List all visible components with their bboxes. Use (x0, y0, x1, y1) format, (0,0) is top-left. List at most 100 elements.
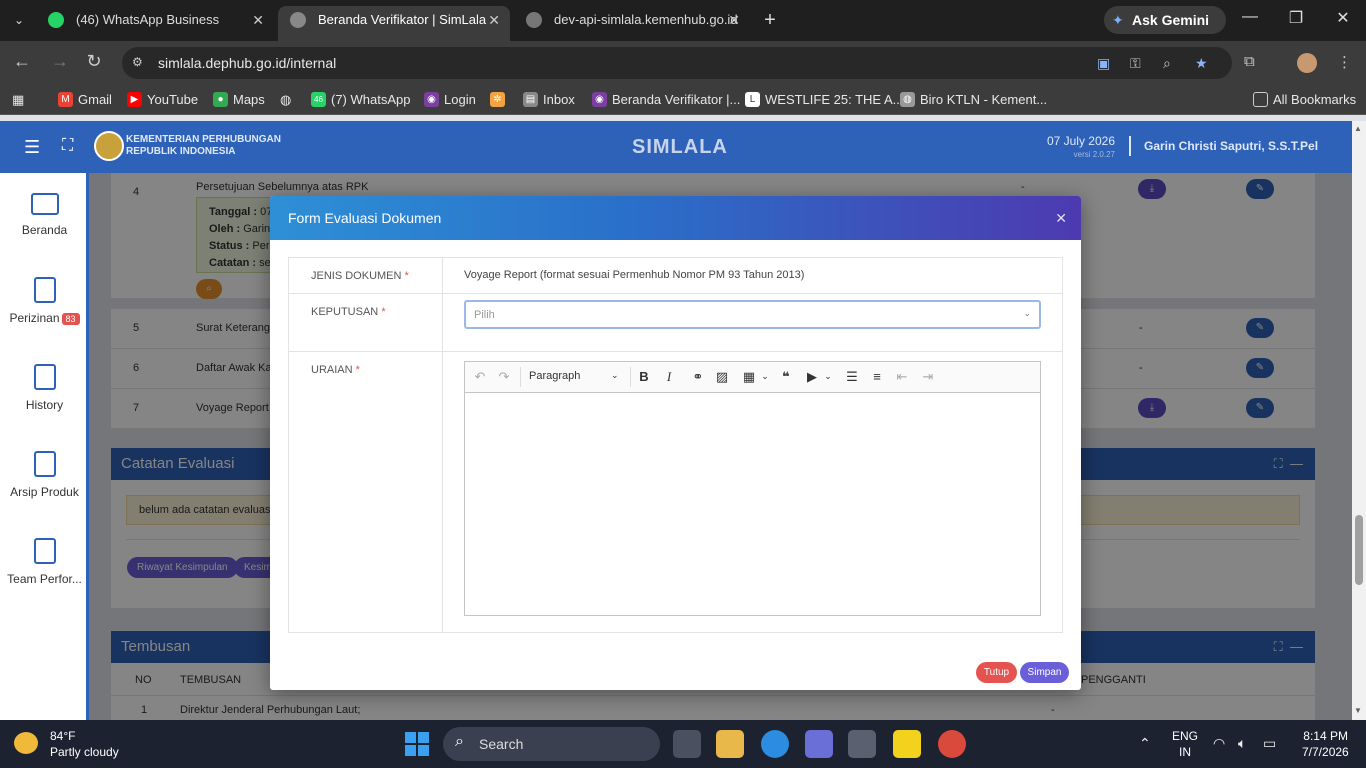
reload-icon[interactable]: ↻ (82, 51, 106, 72)
editor-toolbar: ↶ ↷ Paragraph ⌄ B I ⚭ ▨ ▦ ⌄ ❝ ▶ ⌄ ☰ ≡ ⇤ … (465, 362, 1040, 393)
app-brand: SIMLALA (632, 136, 728, 158)
password-key-icon[interactable]: ⚿ (1130, 55, 1141, 72)
edge-icon[interactable] (761, 730, 789, 758)
back-icon[interactable]: ← (10, 51, 34, 72)
bookmark-youtube[interactable]: ▶ YouTube (127, 92, 198, 107)
gemini-label: Ask Gemini (1132, 12, 1210, 28)
bookmark-biro-ktln[interactable]: ◍ Biro KTLN - Kement... (900, 92, 1047, 107)
sidebar-item-team-performance[interactable]: Team Perfor... (0, 538, 89, 586)
italic-icon[interactable]: I (658, 369, 680, 385)
chevron-down-icon: ⌄ (824, 371, 832, 381)
simpan-button[interactable]: Simpan (1020, 662, 1069, 683)
tab-dev-api[interactable]: dev-api-simlala.kemenhub.go.id ✕ (514, 6, 750, 41)
battery-icon[interactable]: ▭ (1263, 735, 1276, 752)
numbered-list-icon[interactable]: ≡ (866, 369, 888, 384)
extensions-icon[interactable]: ⧉ (1244, 53, 1255, 70)
sticky-notes-icon[interactable] (893, 730, 921, 758)
apps-grid-icon[interactable]: ▦ (12, 92, 24, 108)
close-window-button[interactable]: ✕ (1328, 8, 1358, 28)
app-header: ☰ ⛶ KEMENTERIAN PERHUBUNGAN REPUBLIK IND… (0, 121, 1352, 173)
new-tab-button[interactable]: + (758, 8, 782, 32)
chrome-icon[interactable] (938, 730, 966, 758)
tab-title: Beranda Verifikator | SimLala (318, 12, 487, 27)
windows-start-icon[interactable] (405, 732, 429, 756)
user-name[interactable]: Garin Christi Saputri, S.S.T.Pel (1144, 139, 1318, 153)
keputusan-select[interactable]: Pilih ⌄ (464, 300, 1041, 329)
sidebar-item-history[interactable]: History (0, 364, 89, 412)
redo-icon[interactable]: ↷ (493, 369, 515, 385)
tab-search-button[interactable]: ⌄ (6, 8, 32, 32)
outdent-icon[interactable]: ⇤ (891, 369, 913, 385)
bookmark-maps[interactable]: ● Maps (213, 92, 265, 107)
chevron-down-icon: ⌄ (1023, 308, 1031, 318)
hamburger-menu-icon[interactable]: ☰ (24, 137, 40, 158)
address-bar[interactable]: ⚙ simlala.dephub.go.id/internal ▣ ⚿ ⌕ ★ (122, 47, 1232, 79)
language-indicator[interactable]: ENG IN (1172, 728, 1198, 760)
taskbar-search[interactable]: ⌕ Search (443, 727, 660, 761)
image-icon[interactable]: ▨ (711, 369, 733, 385)
uraian-rich-text-editor[interactable]: ↶ ↷ Paragraph ⌄ B I ⚭ ▨ ▦ ⌄ ❝ ▶ ⌄ ☰ ≡ ⇤ … (464, 361, 1041, 616)
globe-bookmark-icon[interactable]: ◍ (280, 92, 291, 108)
tab-title: dev-api-simlala.kemenhub.go.id (554, 12, 738, 27)
forward-icon[interactable]: → (48, 51, 72, 72)
windows-taskbar: 84°F Partly cloudy ⌕ Search ⌃ ENG IN ◠ 🔈… (0, 720, 1366, 768)
sidebar-item-perizinan[interactable]: Perizinan 83 (0, 277, 89, 325)
install-app-icon[interactable]: ▣ (1097, 55, 1110, 72)
wifi-icon[interactable]: ◠ (1213, 735, 1225, 752)
scroll-thumb[interactable] (1355, 515, 1363, 585)
sidebar-item-arsip-produk[interactable]: Arsip Produk (0, 451, 89, 499)
jenis-dokumen-label: JENIS DOKUMEN * (289, 258, 443, 293)
scroll-up-icon[interactable]: ▲ (1354, 124, 1362, 133)
blockquote-icon[interactable]: ❝ (775, 369, 797, 385)
bulleted-list-icon[interactable]: ☰ (841, 369, 863, 385)
minimize-button[interactable]: — (1235, 8, 1265, 26)
bookmark-whatsapp[interactable]: 46 (7) WhatsApp (311, 92, 410, 107)
tray-chevron-icon[interactable]: ⌃ (1139, 735, 1151, 752)
bookmark-inbox[interactable]: ▤ Inbox (523, 92, 575, 107)
sidebar-item-beranda[interactable]: Beranda (0, 193, 89, 237)
undo-icon[interactable]: ↶ (469, 369, 491, 385)
browser-tabstrip: ⌄ (46) WhatsApp Business ✕ Beranda Verif… (0, 0, 1366, 41)
app-icon[interactable] (805, 730, 833, 758)
globe-icon (526, 12, 542, 28)
tab-whatsapp[interactable]: (46) WhatsApp Business ✕ (36, 6, 274, 41)
tab-simlala[interactable]: Beranda Verifikator | SimLala ✕ (278, 6, 510, 41)
system-clock[interactable]: 8:14 PM 7/7/2026 (1302, 728, 1349, 760)
bookmark-beranda[interactable]: ◉ Beranda Verifikator |... (592, 92, 740, 107)
ticket-icon: L (745, 92, 760, 107)
globe-icon: ◍ (900, 92, 915, 107)
task-view-icon[interactable] (673, 730, 701, 758)
fullscreen-icon[interactable]: ⛶ (62, 137, 73, 155)
scroll-down-icon[interactable]: ▼ (1354, 706, 1362, 715)
maximize-button[interactable]: ❐ (1281, 8, 1311, 28)
link-icon[interactable]: ⚭ (687, 369, 709, 385)
menu-dots-icon[interactable]: ⋮ (1337, 53, 1352, 71)
close-icon[interactable]: ✕ (252, 6, 264, 34)
folder-icon (1253, 92, 1268, 107)
bookmark-westlife[interactable]: L WESTLIFE 25: THE A... (745, 92, 903, 107)
bookmark-login[interactable]: ◉ Login (424, 92, 476, 107)
bookmark-gmail[interactable]: M Gmail (58, 92, 112, 107)
ask-gemini-button[interactable]: ✦ Ask Gemini (1104, 6, 1226, 34)
close-icon[interactable]: ✕ (728, 6, 740, 34)
volume-icon[interactable]: 🔈︎ (1238, 735, 1246, 752)
page-scrollbar[interactable]: ▲ ▼ (1352, 121, 1366, 720)
bookmark-star-icon[interactable]: ★ (1195, 55, 1208, 72)
paragraph-dropdown[interactable]: Paragraph (529, 370, 580, 382)
profile-avatar[interactable] (1297, 53, 1317, 73)
all-bookmarks[interactable]: All Bookmarks (1253, 92, 1356, 107)
file-explorer-icon[interactable] (716, 730, 744, 758)
indent-icon[interactable]: ⇥ (917, 369, 939, 385)
tutup-button[interactable]: Tutup (976, 662, 1017, 683)
bookmarks-bar: ▦ M Gmail ▶ YouTube ● Maps ◍ 46 (7) WhatsApp… (0, 85, 1366, 115)
site-info-icon[interactable]: ⚙ (132, 55, 143, 69)
bold-icon[interactable]: B (633, 369, 655, 384)
close-icon[interactable]: ✕ (1055, 210, 1067, 227)
camera-icon[interactable] (848, 730, 876, 758)
close-icon[interactable]: ✕ (488, 6, 500, 34)
form-table: JENIS DOKUMEN * KEPUTUSAN * URAIAN * Voy… (288, 257, 1063, 633)
whatsapp-icon: 46 (311, 92, 326, 107)
header-date: 07 July 2026 versi 2.0.27 (1046, 134, 1115, 159)
zoom-icon[interactable]: ⌕ (1163, 55, 1171, 72)
org-name: KEMENTERIAN PERHUBUNGAN REPUBLIK INDONES… (126, 134, 282, 157)
